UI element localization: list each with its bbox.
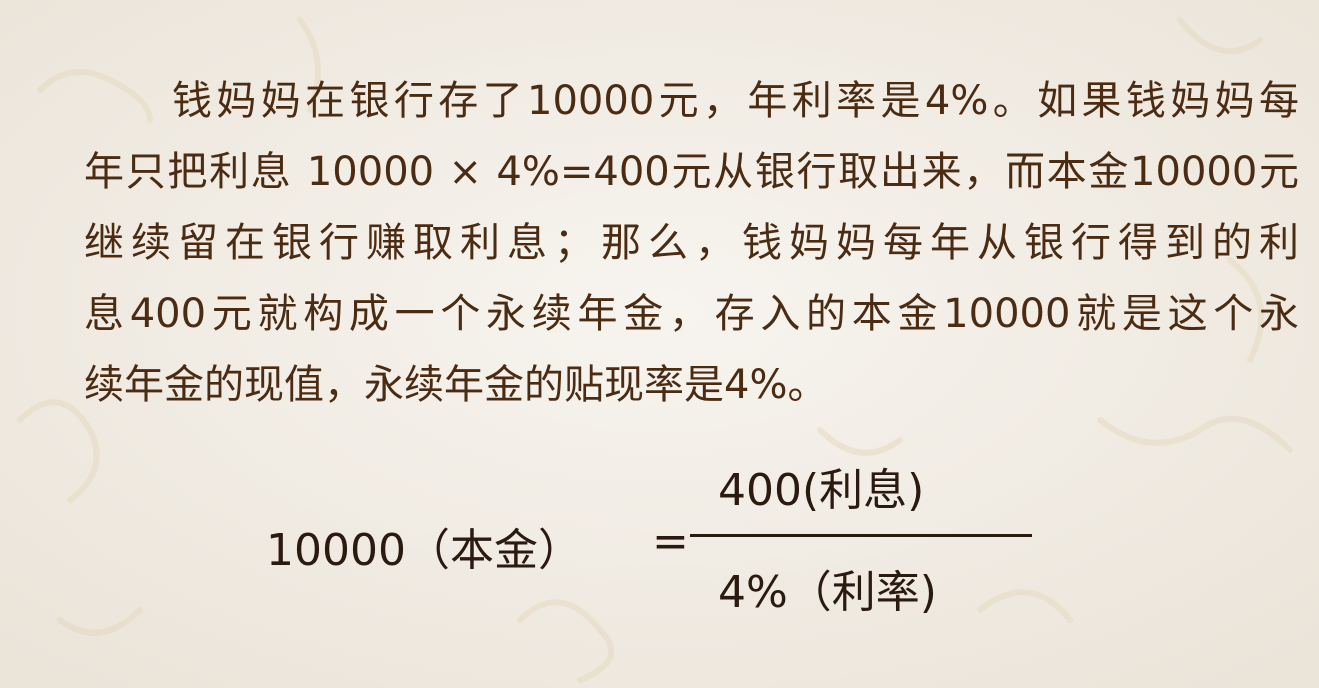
fraction-bar bbox=[690, 534, 1032, 537]
perpetuity-formula: 10000（本金） = 400(利息) 4%（利率) bbox=[266, 450, 1046, 630]
formula-lhs: 10000（本金） bbox=[266, 525, 582, 576]
formula-equals-sign: = bbox=[652, 516, 689, 567]
paragraph: 钱妈妈在银行存了10000元，年利率是4%。如果钱妈妈每 年只把利息 10000… bbox=[84, 66, 1299, 421]
formula-numerator: 400(利息) bbox=[718, 465, 925, 516]
paragraph-line: 续年金的现值，永续年金的贴现率是4%。 bbox=[84, 362, 828, 408]
paragraph-line: 钱妈妈在银行存了10000元，年利率是4%。如果钱妈妈每 bbox=[172, 78, 1299, 124]
paragraph-line: 继续留在银行赚取利息；那么，钱妈妈每年从银行得到的利 bbox=[84, 220, 1299, 266]
formula-denominator: 4%（利率) bbox=[718, 567, 937, 618]
paragraph-line: 息400元就构成一个永续年金，存入的本金10000就是这个永 bbox=[84, 291, 1299, 337]
paragraph-line: 年只把利息 10000 × 4%=400元从银行取出来，而本金10000元 bbox=[84, 149, 1299, 195]
